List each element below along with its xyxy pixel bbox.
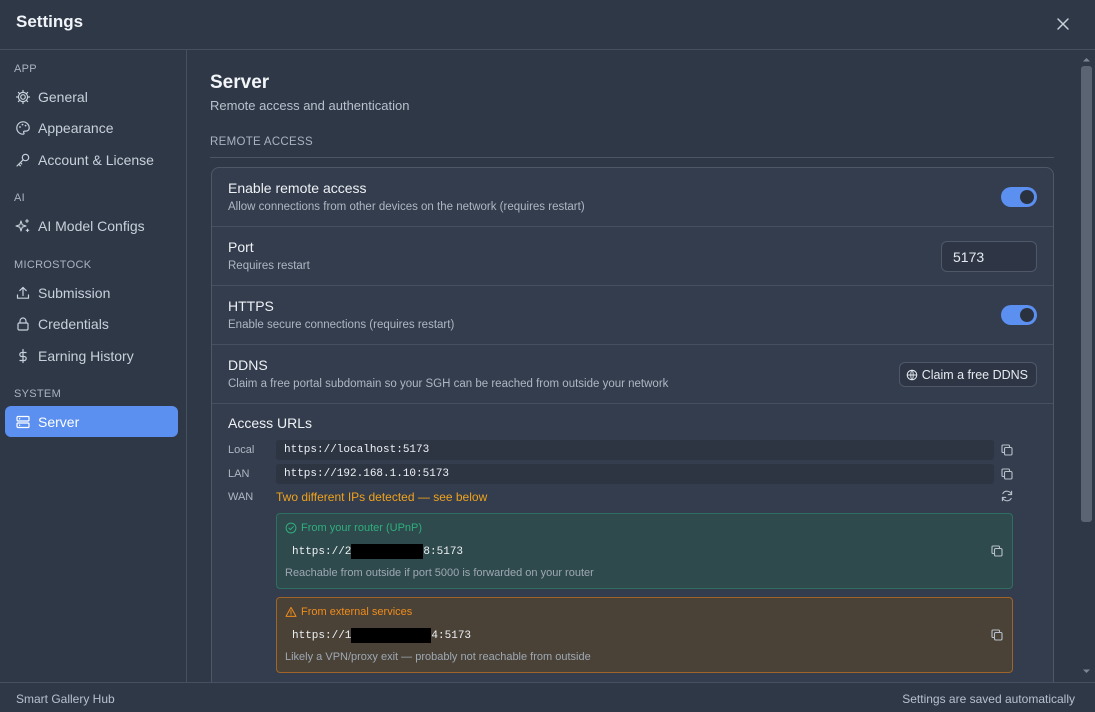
remote-access-toggle[interactable] [1001, 187, 1037, 207]
footer-app-name: Smart Gallery Hub [16, 692, 115, 706]
url-label-wan: WAN [228, 491, 254, 503]
footer-status: Settings are saved automatically [902, 692, 1075, 706]
scrollbar-thumb[interactable] [1081, 66, 1092, 522]
sidebar-item-server[interactable]: Server [5, 406, 178, 437]
sidebar-section-microstock: MICROSTOCK [14, 259, 92, 271]
redacted-block [351, 628, 432, 643]
external-ip-note: Likely a VPN/proxy exit — probably not r… [285, 651, 591, 663]
sidebar-section-app: APP [14, 63, 37, 75]
settings-content: Server Remote access and authentication … [188, 50, 1078, 682]
url-label-lan: LAN [228, 468, 250, 480]
upload-icon [16, 286, 30, 299]
sidebar-item-label: Appearance [38, 119, 114, 136]
setting-row-https: HTTPS Enable secure connections (require… [212, 286, 1053, 345]
router-url-prefix: https://2 [292, 545, 352, 558]
setting-row-ddns: DDNS Claim a free portal subdomain so yo… [212, 345, 1053, 404]
gear-icon [15, 89, 31, 104]
content-scrollbar[interactable] [1078, 50, 1095, 682]
router-url-suffix: 8:5173 [423, 545, 464, 558]
settings-window: Settings APP General Appearance Account … [0, 0, 1095, 712]
local-url: https://localhost:5173 [276, 440, 994, 460]
url-label-local: Local [228, 444, 255, 456]
sidebar-section-system: SYSTEM [14, 388, 62, 400]
section-divider [210, 157, 1054, 158]
sidebar-item-submission[interactable]: Submission [5, 277, 178, 308]
server-icon [16, 415, 30, 428]
sidebar-item-appearance[interactable]: Appearance [5, 112, 178, 143]
toggle-knob [1020, 308, 1034, 322]
section-heading-remote-access: REMOTE ACCESS [210, 136, 313, 148]
sidebar-item-account-license[interactable]: Account & License [5, 144, 178, 175]
router-ip-card: From your router (UPnP) https://2 8:5173 … [276, 513, 1013, 589]
sidebar-item-ai-model-configs[interactable]: AI Model Configs [5, 210, 178, 241]
key-icon [16, 153, 30, 167]
external-ip-heading-text: From external services [301, 606, 413, 618]
sidebar: APP General Appearance Account & License… [0, 50, 187, 682]
copy-icon[interactable] [990, 544, 1004, 558]
copy-icon[interactable] [990, 628, 1004, 642]
sidebar-item-label: Submission [38, 284, 111, 301]
redacted-block [351, 544, 424, 559]
wan-warning-message: Two different IPs detected — see below [276, 490, 488, 504]
palette-icon [16, 120, 30, 135]
router-ip-heading: From your router (UPnP) [285, 522, 422, 534]
router-url: https://2 8:5173 [292, 544, 463, 559]
sidebar-item-credentials[interactable]: Credentials [5, 308, 178, 339]
globe-icon [906, 369, 918, 380]
copy-icon[interactable] [1000, 443, 1014, 457]
lan-url: https://192.168.1.10:5173 [276, 464, 994, 484]
sidebar-item-label: AI Model Configs [38, 217, 145, 234]
setting-description: Enable secure connections (requires rest… [228, 319, 455, 331]
claim-ddns-label: Claim a free DDNS [921, 367, 1028, 382]
dollar-icon [19, 348, 27, 363]
scroll-up-icon[interactable] [1082, 55, 1091, 64]
scroll-down-icon[interactable] [1082, 667, 1091, 676]
sidebar-item-label: Server [38, 413, 80, 430]
warning-triangle-icon [285, 606, 297, 617]
setting-label: HTTPS [228, 298, 274, 314]
page-title: Server [210, 72, 270, 93]
copy-icon[interactable] [1000, 467, 1014, 481]
claim-ddns-button[interactable]: Claim a free DDNS [898, 362, 1037, 387]
sparkles-icon [15, 218, 30, 232]
toggle-knob [1020, 190, 1034, 204]
close-icon[interactable] [1053, 14, 1073, 34]
window-title: Settings [16, 12, 84, 31]
external-url: https://1 4:5173 [292, 628, 471, 643]
port-input[interactable] [941, 241, 1037, 272]
setting-description: Requires restart [228, 260, 310, 272]
sidebar-item-label: General [38, 88, 88, 105]
sidebar-item-label: Credentials [38, 315, 109, 332]
router-ip-heading-text: From your router (UPnP) [301, 522, 423, 534]
external-ip-heading: From external services [285, 606, 412, 618]
setting-description: Allow connections from other devices on … [228, 201, 585, 213]
sidebar-item-label: Account & License [38, 151, 154, 168]
router-ip-note: Reachable from outside if port 5000 is f… [285, 567, 594, 579]
setting-label: Port [228, 239, 254, 255]
title-bar: Settings [0, 0, 1095, 50]
setting-label: Enable remote access [228, 180, 367, 196]
https-toggle[interactable] [1001, 305, 1037, 325]
check-circle-icon [285, 522, 297, 534]
page-subtitle: Remote access and authentication [210, 98, 410, 113]
sidebar-item-earning-history[interactable]: Earning History [5, 340, 178, 371]
setting-row-port: Port Requires restart [212, 227, 1053, 286]
external-url-prefix: https://1 [292, 629, 352, 642]
refresh-icon[interactable] [1000, 489, 1014, 503]
lock-icon [17, 316, 29, 331]
status-footer: Smart Gallery Hub Settings are saved aut… [0, 682, 1095, 712]
sidebar-section-ai: AI [14, 192, 25, 204]
sidebar-item-label: Earning History [38, 347, 134, 364]
setting-row-remote-access: Enable remote access Allow connections f… [212, 168, 1053, 227]
external-url-suffix: 4:5173 [431, 629, 472, 642]
external-ip-card: From external services https://1 4:5173 L… [276, 597, 1013, 673]
setting-description: Claim a free portal subdomain so your SG… [228, 378, 669, 390]
sidebar-item-general[interactable]: General [5, 81, 178, 112]
access-urls-title: Access URLs [228, 415, 313, 431]
setting-label: DDNS [228, 357, 268, 373]
remote-access-card: Enable remote access Allow connections f… [211, 167, 1054, 682]
